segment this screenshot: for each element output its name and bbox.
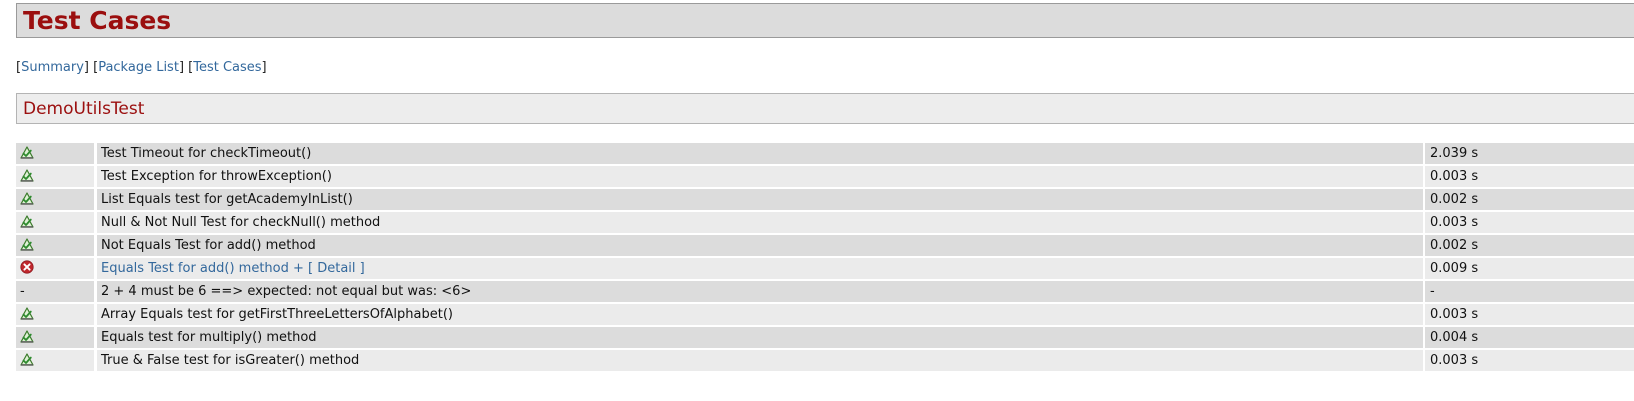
test-detail-link[interactable]: Equals Test for add() method + [ Detail … bbox=[101, 261, 365, 276]
test-name-cell: Test Exception for throwException() bbox=[97, 166, 1423, 187]
test-name: Not Equals Test for add() method bbox=[101, 238, 316, 253]
test-case-row: Test Timeout for checkTimeout() 2.039 s bbox=[16, 143, 1634, 164]
test-case-row: Equals test for multiply() method 0.004 s bbox=[16, 327, 1634, 348]
test-case-row: Equals Test for add() method + [ Detail … bbox=[16, 258, 1634, 279]
test-name: Null & Not Null Test for checkNull() met… bbox=[101, 215, 381, 230]
test-class-section: DemoUtilsTest bbox=[16, 93, 1634, 124]
pass-icon bbox=[20, 168, 34, 182]
test-case-row: Not Equals Test for add() method 0.002 s bbox=[16, 235, 1634, 256]
nav-link-test-cases[interactable]: Test Cases bbox=[193, 60, 261, 75]
test-name-cell: Not Equals Test for add() method bbox=[97, 235, 1423, 256]
test-status-cell bbox=[16, 235, 94, 256]
failure-message: 2 + 4 must be 6 ==> expected: not equal … bbox=[101, 284, 472, 299]
detail-marker: - bbox=[20, 284, 25, 299]
pass-icon bbox=[20, 214, 34, 228]
test-name: Equals test for multiply() method bbox=[101, 330, 317, 345]
test-name-cell: Null & Not Null Test for checkNull() met… bbox=[97, 212, 1423, 233]
test-status-cell bbox=[16, 212, 94, 233]
test-case-row: True & False test for isGreater() method… bbox=[16, 350, 1634, 371]
test-status-cell bbox=[16, 143, 94, 164]
page-title: Test Cases bbox=[23, 6, 172, 35]
test-case-row: Null & Not Null Test for checkNull() met… bbox=[16, 212, 1634, 233]
test-report-page: Test Cases [Summary] [Package List] [Tes… bbox=[0, 0, 1634, 401]
fail-icon bbox=[20, 260, 34, 274]
pass-icon bbox=[20, 329, 34, 343]
test-duration: 0.002 s bbox=[1425, 235, 1634, 256]
pass-icon bbox=[20, 237, 34, 251]
test-duration: 0.003 s bbox=[1425, 212, 1634, 233]
test-status-cell bbox=[16, 189, 94, 210]
test-results-table: Test Timeout for checkTimeout() 2.039 s Te… bbox=[16, 143, 1634, 373]
pass-icon bbox=[20, 306, 34, 320]
nav-link-package-list[interactable]: Package List bbox=[98, 60, 179, 75]
test-name: Array Equals test for getFirstThreeLette… bbox=[101, 307, 453, 322]
test-failure-detail-row: - 2 + 4 must be 6 ==> expected: not equal… bbox=[16, 281, 1634, 302]
test-name-cell: Array Equals test for getFirstThreeLette… bbox=[97, 304, 1423, 325]
pass-icon bbox=[20, 191, 34, 205]
test-status-cell bbox=[16, 350, 94, 371]
page-header: Test Cases bbox=[16, 3, 1634, 38]
test-name-cell: Test Timeout for checkTimeout() bbox=[97, 143, 1423, 164]
test-duration: 0.003 s bbox=[1425, 304, 1634, 325]
test-name: List Equals test for getAcademyInList() bbox=[101, 192, 353, 207]
test-status-cell: - bbox=[16, 281, 94, 302]
test-name-cell: Equals test for multiply() method bbox=[97, 327, 1423, 348]
test-status-cell bbox=[16, 258, 94, 279]
test-duration: 2.039 s bbox=[1425, 143, 1634, 164]
test-name-cell: 2 + 4 must be 6 ==> expected: not equal … bbox=[97, 281, 1423, 302]
test-name-cell: Equals Test for add() method + [ Detail … bbox=[97, 258, 1423, 279]
test-duration: - bbox=[1425, 281, 1634, 302]
test-name-cell: True & False test for isGreater() method bbox=[97, 350, 1423, 371]
test-name-cell: List Equals test for getAcademyInList() bbox=[97, 189, 1423, 210]
pass-icon bbox=[20, 352, 34, 366]
pass-icon bbox=[20, 145, 34, 159]
test-duration: 0.002 s bbox=[1425, 189, 1634, 210]
test-status-cell bbox=[16, 327, 94, 348]
test-status-cell bbox=[16, 304, 94, 325]
test-status-cell bbox=[16, 166, 94, 187]
test-duration: 0.003 s bbox=[1425, 350, 1634, 371]
nav-link-summary[interactable]: Summary bbox=[21, 60, 84, 75]
test-duration: 0.009 s bbox=[1425, 258, 1634, 279]
test-case-row: List Equals test for getAcademyInList() 0… bbox=[16, 189, 1634, 210]
test-class-title: DemoUtilsTest bbox=[23, 99, 145, 119]
test-case-row: Array Equals test for getFirstThreeLette… bbox=[16, 304, 1634, 325]
test-name: Test Exception for throwException() bbox=[101, 169, 332, 184]
test-duration: 0.003 s bbox=[1425, 166, 1634, 187]
test-case-row: Test Exception for throwException() 0.003… bbox=[16, 166, 1634, 187]
report-nav: [Summary] [Package List] [Test Cases] bbox=[16, 60, 267, 75]
test-name: Test Timeout for checkTimeout() bbox=[101, 146, 312, 161]
test-duration: 0.004 s bbox=[1425, 327, 1634, 348]
test-name: True & False test for isGreater() method bbox=[101, 353, 360, 368]
